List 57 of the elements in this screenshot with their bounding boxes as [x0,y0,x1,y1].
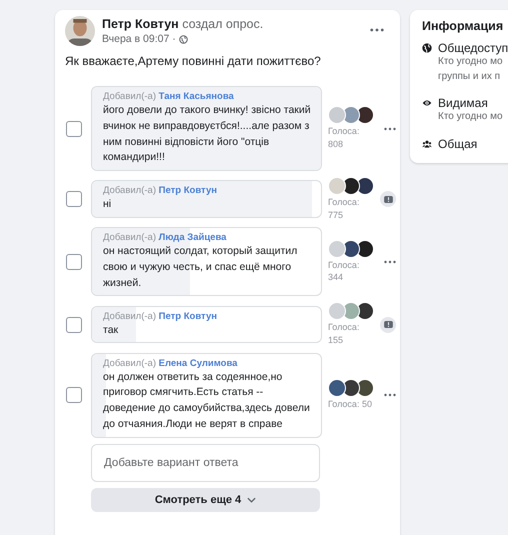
author-name[interactable]: Петр Ковтун [102,17,179,31]
poll-option[interactable]: Добавил(-а) Елена Сулимова он должен ответить за содеянное,но приговор смягчить.Есть статья --доведение до самоубийства,здесь довели до отчаяния.Люди не верят в справе [91,352,322,438]
more-icon [384,393,396,398]
voter-avatar[interactable] [328,379,346,398]
exclamation-icon [384,196,392,203]
added-by-label: Добавил(-а) [103,185,156,196]
globe-icon [422,43,432,53]
poll-option[interactable]: Добавил(-а) Люда Зайцева он настоящий солдат, который защитил свою и чужую честь, и спас ещё много жизней. [91,227,322,296]
option-text: он должен ответить за содеянное,но приговор смягчить.Есть статья --доведение до самоубийства,здесь довели до отчаяния.Люди не верят в справе [103,370,311,432]
vote-count[interactable]: Голоса: 155 [328,321,376,347]
option-text: так [103,322,120,338]
added-by-label: Добавил(-а) [103,310,156,322]
vote-count[interactable]: Голоса: 775 [328,196,376,222]
see-more-button[interactable]: Смотреть еще 4 [91,488,320,512]
poll-option[interactable]: Добавил(-а) Таня Касьянова його довели до такого вчинку! звісно такий вчинок не виправдовуєтбся!....але разом з ним повинні відповісти його "отців командири!!! [91,86,322,171]
poll-question: Як вважаєте,Артему повинні дати пожиттєво? [64,53,322,68]
add-option-field[interactable]: Добавьте вариант ответа [91,444,320,482]
report-button[interactable] [380,316,396,333]
chevron-down-icon [248,497,256,502]
info-title: Информация [422,19,504,33]
post-action: создал опрос. [182,17,264,31]
more-icon [384,260,396,264]
info-item-title: Общая [438,136,478,150]
vote-count[interactable]: Голоса: 344 [328,258,376,284]
added-by-label: Добавил(-а) [103,232,156,244]
option-author[interactable]: Елена Сулимова [158,358,238,369]
vote-count[interactable]: Голоса: 808 [328,125,376,151]
poll-option[interactable]: Добавил(-а) Петр Ковтун ні [91,180,322,218]
checkbox[interactable] [66,120,82,136]
info-description: группы и их п [438,70,502,84]
report-button[interactable] [380,191,396,208]
info-item-title: Общедоступ [438,41,508,55]
checkbox[interactable] [66,316,82,333]
poll-option[interactable]: Добавил(-а) Петр Ковтун так [91,306,322,344]
option-author[interactable]: Петр Ковтун [158,185,217,196]
info-item-title: Видимая [438,96,489,110]
option-text: ні [103,197,112,212]
more-icon [384,126,396,130]
checkbox[interactable] [66,191,82,208]
vote-count[interactable]: Голоса: 50 [328,398,376,411]
option-text: його довели до такого вчинку! звісно такий вчинок не виправдовуєтбся!....але разом з ним повинні відповісти його "отців командири!!! [103,103,312,166]
checkbox[interactable] [66,387,82,404]
option-author[interactable]: Люда Зайцева [158,232,226,244]
added-by-label: Добавил(-а) [103,358,156,369]
more-icon [370,28,384,32]
post-time[interactable]: Вчера в 09:07 · [102,33,176,45]
globe-icon [178,34,188,44]
info-description: Кто угодно мо [438,55,504,69]
option-text: он настоящий солдат, который защитил свою и чужую честь, и спас ещё много жизней. [103,244,298,291]
info-description: Кто угодно мо [438,110,503,124]
exclamation-icon [384,321,392,328]
checkbox[interactable] [66,254,82,270]
eye-icon [422,98,432,108]
option-author[interactable]: Петр Ковтун [158,310,217,322]
added-by-label: Добавил(-а) [103,91,156,102]
option-author[interactable]: Таня Касьянова [158,91,234,102]
people-icon [422,138,432,148]
